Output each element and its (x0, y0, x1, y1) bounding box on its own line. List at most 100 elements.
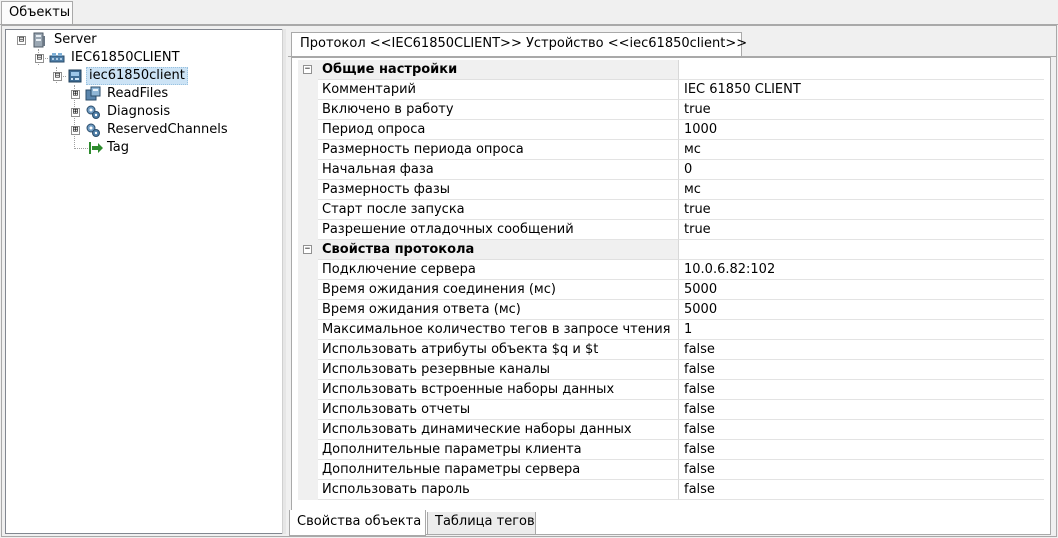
collapse-icon[interactable]: − (303, 65, 312, 74)
expand-icon[interactable]: ⊞ (71, 108, 80, 117)
tree-item-protocol[interactable]: ⊟ IEC61850CLIENT (6, 49, 282, 67)
tree-item-tag[interactable]: Tag (6, 139, 282, 157)
expand-icon[interactable]: ⊞ (71, 126, 80, 135)
gear-group-icon (86, 123, 100, 137)
property-name: Подключение сервера (318, 260, 679, 280)
property-name: Использовать отчеты (318, 400, 679, 420)
tree-item-label: ReservedChannels (107, 122, 228, 137)
property-row[interactable]: Использовать атрибуты объекта $q и $t fal… (298, 340, 1044, 360)
property-row[interactable]: Использовать резервные каналы false (298, 360, 1044, 380)
row-gutter (298, 260, 318, 280)
expand-icon[interactable]: ⊞ (71, 90, 80, 99)
tab-object-properties-label: Свойства объекта (297, 514, 422, 529)
property-value[interactable]: true (679, 100, 1044, 120)
property-row[interactable]: Разрешение отладочных сообщений true (298, 220, 1044, 240)
property-value[interactable]: мс (679, 180, 1044, 200)
row-gutter (298, 160, 318, 180)
tab-protocol-device[interactable]: Протокол <<IEC61850CLIENT>> Устройство <… (291, 32, 747, 56)
category-general-settings[interactable]: − Общие настройки (298, 60, 1044, 80)
row-gutter (298, 120, 318, 140)
property-name: Разрешение отладочных сообщений (318, 220, 679, 240)
row-gutter (298, 280, 318, 300)
property-name: Время ожидания соединения (мс) (318, 280, 679, 300)
panel-splitter[interactable] (282, 29, 286, 534)
property-grid[interactable]: − Общие настройки Комментарий IEC 61850 C… (291, 57, 1051, 535)
property-row[interactable]: Дополнительные параметры клиента false (298, 440, 1044, 460)
property-value[interactable]: false (679, 400, 1044, 420)
property-value[interactable]: IEC 61850 CLIENT (679, 80, 1044, 100)
network-protocol-icon (49, 53, 65, 63)
property-value[interactable]: false (679, 440, 1044, 460)
property-value[interactable]: 1 (679, 320, 1044, 340)
property-value[interactable]: true (679, 220, 1044, 240)
property-name: Размерность периода опроса (318, 140, 679, 160)
property-row[interactable]: Максимальное количество тегов в запросе … (298, 320, 1044, 340)
bottom-tab-strip: Свойства объекта Таблица тегов (288, 510, 1058, 538)
row-gutter (298, 100, 318, 120)
row-gutter (298, 300, 318, 320)
object-tree[interactable]: ⊟ Server ⊟ IEC61850CLIENT ⊟ iec61850clie… (5, 29, 283, 534)
property-row[interactable]: Подключение сервера 10.0.6.82:102 (298, 260, 1044, 280)
property-name: Начальная фаза (318, 160, 679, 180)
property-row[interactable]: Размерность фазы мс (298, 180, 1044, 200)
property-value[interactable]: false (679, 460, 1044, 480)
property-name: Использовать встроенные наборы данных (318, 380, 679, 400)
row-gutter (298, 440, 318, 460)
category-value-cell (679, 60, 1044, 80)
collapse-icon[interactable]: ⊟ (17, 36, 26, 45)
tab-tag-table[interactable]: Таблица тегов (427, 512, 536, 535)
property-value[interactable]: false (679, 340, 1044, 360)
property-row[interactable]: Старт после запуска true (298, 200, 1044, 220)
server-icon (33, 32, 45, 48)
tab-object-properties[interactable]: Свойства объекта (289, 510, 426, 536)
category-label: Свойства протокола (318, 240, 679, 260)
property-row[interactable]: Использовать отчеты false (298, 400, 1044, 420)
tree-item-diagnosis[interactable]: ⊞ Diagnosis (6, 103, 282, 121)
property-name: Дополнительные параметры клиента (318, 440, 679, 460)
row-gutter (298, 400, 318, 420)
tree-item-device[interactable]: ⊟ iec61850client (6, 67, 282, 85)
tab-objects[interactable]: Объекты (1, 1, 73, 25)
property-value[interactable]: 10.0.6.82:102 (679, 260, 1044, 280)
property-row[interactable]: Время ожидания соединения (мс) 5000 (298, 280, 1044, 300)
collapse-icon[interactable]: ⊟ (53, 72, 62, 81)
top-tab-strip: Объекты (0, 0, 1058, 25)
property-row[interactable]: Начальная фаза 0 (298, 160, 1044, 180)
property-value[interactable]: false (679, 380, 1044, 400)
property-name: Использовать пароль (318, 480, 679, 500)
row-gutter (298, 140, 318, 160)
row-gutter: − (298, 60, 318, 80)
property-value[interactable]: 1000 (679, 120, 1044, 140)
property-row[interactable]: Использовать пароль false (298, 480, 1044, 500)
row-gutter: − (298, 240, 318, 260)
tree-item-label: iec61850client (86, 67, 188, 85)
property-row[interactable]: Использовать встроенные наборы данных fal… (298, 380, 1044, 400)
property-row[interactable]: Комментарий IEC 61850 CLIENT (298, 80, 1044, 100)
property-name: Максимальное количество тегов в запросе … (318, 320, 679, 340)
property-row[interactable]: Время ожидания ответа (мс) 5000 (298, 300, 1044, 320)
property-value[interactable]: true (679, 200, 1044, 220)
tree-item-label: Server (54, 32, 97, 47)
tab-objects-label: Объекты (9, 5, 71, 20)
tree-item-label: Diagnosis (107, 104, 171, 119)
collapse-icon[interactable]: ⊟ (35, 54, 44, 63)
property-value[interactable]: 5000 (679, 300, 1044, 320)
property-value[interactable]: false (679, 360, 1044, 380)
property-row[interactable]: Включено в работу true (298, 100, 1044, 120)
collapse-icon[interactable]: − (303, 245, 312, 254)
property-row[interactable]: Период опроса 1000 (298, 120, 1044, 140)
property-row[interactable]: Размерность периода опроса мс (298, 140, 1044, 160)
property-row[interactable]: Использовать динамические наборы данных f… (298, 420, 1044, 440)
property-value[interactable]: false (679, 420, 1044, 440)
tree-item-readfiles[interactable]: ⊞ ReadFiles (6, 85, 282, 103)
property-name: Период опроса (318, 120, 679, 140)
tree-item-label: IEC61850CLIENT (71, 50, 180, 65)
category-protocol-properties[interactable]: − Свойства протокола (298, 240, 1044, 260)
property-value[interactable]: 5000 (679, 280, 1044, 300)
property-value[interactable]: false (679, 480, 1044, 500)
tree-item-reservedchannels[interactable]: ⊞ ReservedChannels (6, 121, 282, 139)
tree-item-server[interactable]: ⊟ Server (6, 31, 282, 49)
property-value[interactable]: 0 (679, 160, 1044, 180)
property-row[interactable]: Дополнительные параметры сервера false (298, 460, 1044, 480)
property-value[interactable]: мс (679, 140, 1044, 160)
